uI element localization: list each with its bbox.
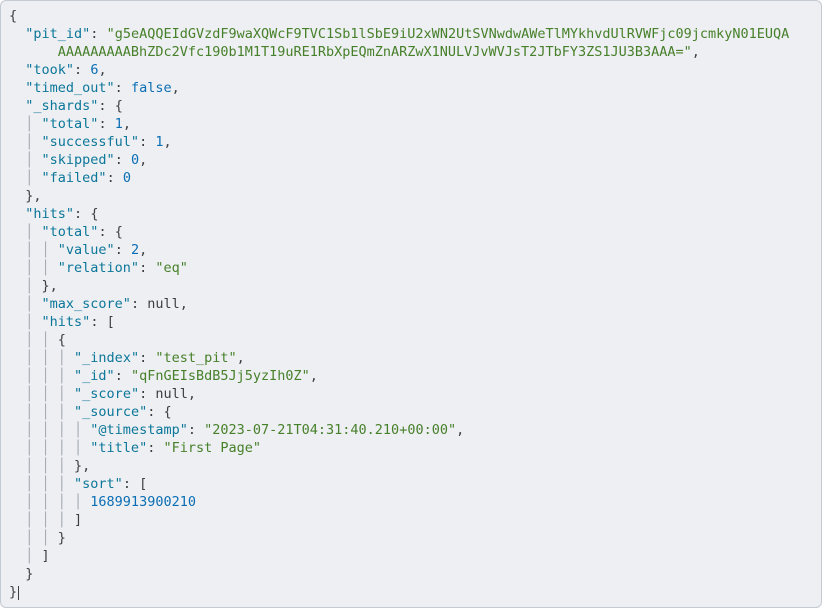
json-key: "total" [42, 224, 99, 240]
json-key: "hits" [25, 206, 74, 222]
json-string: "First Page" [163, 440, 261, 456]
json-string: "eq" [155, 260, 188, 276]
json-key: "pit_id" [25, 26, 90, 42]
json-key: "relation" [58, 260, 139, 276]
json-number: 1689913900210 [90, 494, 196, 510]
json-response-block: { "pit_id": "g5eAQQEIdGVzdF9waXQWcF9TVC1… [0, 0, 822, 608]
json-key: "hits" [42, 314, 91, 330]
json-key: "timed_out" [25, 80, 114, 96]
json-key: "skipped" [42, 152, 115, 168]
json-key: "_source" [74, 404, 147, 420]
json-key: "sort" [74, 476, 123, 492]
json-key: "max_score" [42, 296, 131, 312]
json-string: AAAAAAAAABhZDc2Vfc190b1M1T19uRE1RbXpEQmZ… [58, 44, 692, 60]
json-number: 0 [131, 152, 139, 168]
json-key: "title" [90, 440, 147, 456]
json-boolean: false [131, 80, 172, 96]
json-key: "_id" [74, 368, 115, 384]
json-key: "@timestamp" [90, 422, 188, 438]
text-cursor [18, 586, 19, 600]
json-string: "g5eAQQEIdGVzdF9waXQWcF9TVC1Sb1lSbE9iU2x… [107, 26, 790, 42]
json-key: "_shards" [25, 98, 98, 114]
json-string: "2023-07-21T04:31:40.210+00:00" [204, 422, 456, 438]
json-key: "_index" [74, 350, 139, 366]
json-number: 0 [123, 170, 131, 186]
json-key: "total" [42, 116, 99, 132]
json-key: "_score" [74, 386, 139, 402]
json-null: null [155, 386, 188, 402]
json-key: "successful" [42, 134, 140, 150]
json-string: "test_pit" [155, 350, 236, 366]
json-key: "took" [25, 62, 74, 78]
json-key: "value" [58, 242, 115, 258]
json-key: "failed" [42, 170, 107, 186]
json-number: 1 [115, 116, 123, 132]
json-number: 1 [155, 134, 163, 150]
json-number: 2 [131, 242, 139, 258]
json-null: null [147, 296, 180, 312]
json-string: "qFnGEIsBdB5Jj5yzIh0Z" [131, 368, 310, 384]
